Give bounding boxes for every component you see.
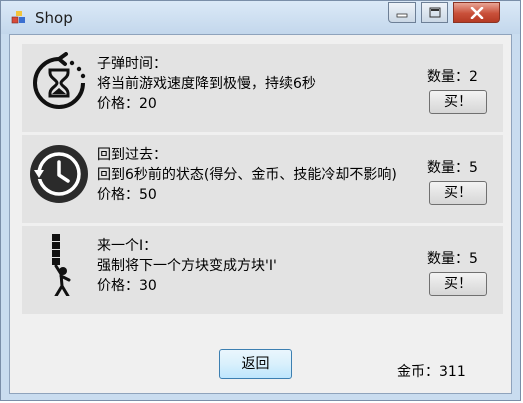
item-description: 将当前游戏速度降到极慢，持续6秒	[97, 76, 316, 92]
close-button[interactable]	[453, 2, 500, 23]
window-title: Shop	[35, 9, 73, 27]
item-description: 强制将下一个方块变成方块'I'	[97, 258, 277, 274]
app-icon	[11, 11, 25, 24]
maximize-button[interactable]	[421, 2, 448, 23]
item-quantity: 数量：2	[427, 69, 478, 85]
item-price: 价格：20	[97, 96, 157, 112]
hourglass-icon	[33, 52, 86, 109]
maximize-icon	[429, 7, 440, 18]
i-block-icon	[52, 234, 71, 296]
buy-button[interactable]: 买！	[429, 272, 487, 296]
close-icon	[470, 6, 483, 19]
item-price: 价格：30	[97, 278, 157, 294]
buy-button[interactable]: 买！	[429, 90, 487, 114]
item-name: 回到过去：	[97, 147, 167, 163]
shop-content: 子弹时间： 将当前游戏速度降到极慢，持续6秒 价格：20 数量：2 买！ 回到过…	[9, 34, 512, 394]
item-price: 价格：50	[97, 187, 157, 203]
shop-item-i-block: 来一个I： 强制将下一个方块变成方块'I' 价格：30 数量：5 买！	[22, 226, 503, 314]
item-quantity: 数量：5	[427, 251, 478, 267]
item-name: 子弹时间：	[97, 56, 167, 72]
title-bar[interactable]: Shop	[1, 1, 520, 34]
item-quantity: 数量：5	[427, 160, 478, 176]
coins-balance: 金币：311	[397, 364, 466, 380]
minimize-icon	[396, 13, 408, 17]
item-name: 来一个I：	[97, 238, 158, 254]
buy-button[interactable]: 买！	[429, 181, 487, 205]
shop-window: Shop 子弹时间： 将当前游戏速度降到极慢，持续6秒 价格：20 数量：2 买…	[0, 0, 521, 401]
history-icon	[30, 145, 88, 203]
shop-item-bullet-time: 子弹时间： 将当前游戏速度降到极慢，持续6秒 价格：20 数量：2 买！	[22, 44, 503, 132]
back-button[interactable]: 返回	[219, 349, 292, 379]
item-description: 回到6秒前的状态(得分、金币、技能冷却不影响)	[97, 167, 397, 183]
shop-item-rewind: 回到过去： 回到6秒前的状态(得分、金币、技能冷却不影响) 价格：50 数量：5…	[22, 135, 503, 223]
minimize-button[interactable]	[388, 2, 416, 23]
